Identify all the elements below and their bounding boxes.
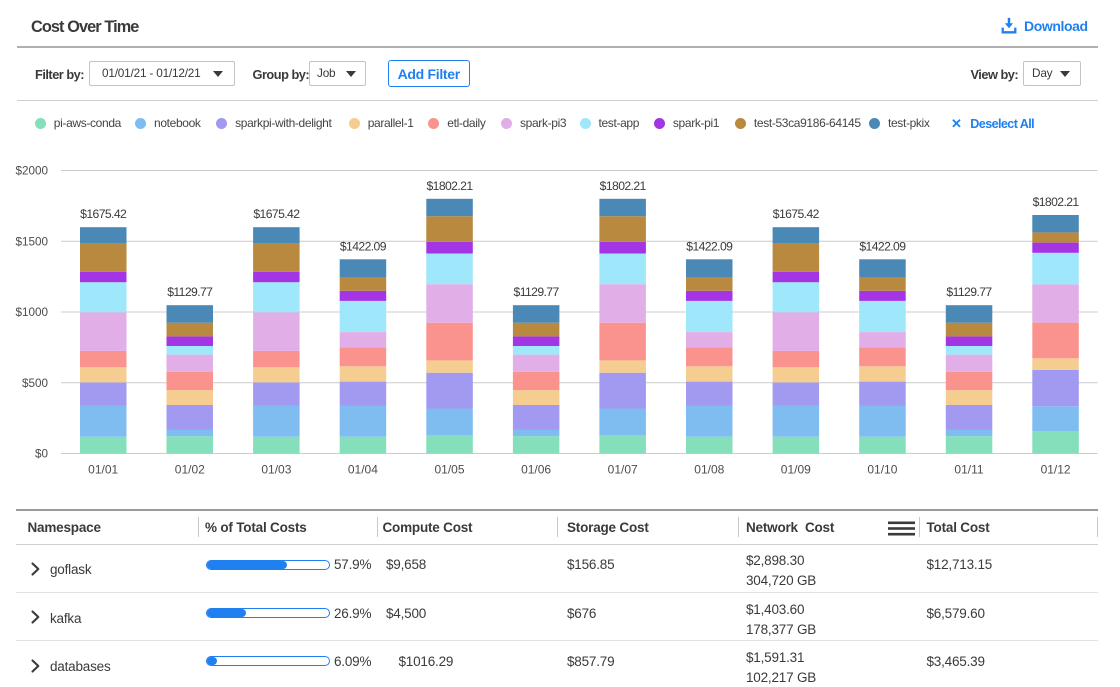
svg-text:$1500: $1500 [15,235,48,248]
svg-text:01/11: 01/11 [954,463,983,477]
svg-text:$1129.77: $1129.77 [167,285,213,299]
svg-text:$1422.09: $1422.09 [859,239,906,253]
svg-text:$500: $500 [22,377,49,390]
svg-text:$1422.09: $1422.09 [686,239,733,253]
svg-text:01/12: 01/12 [1041,463,1071,477]
svg-text:01/01: 01/01 [88,463,118,477]
svg-text:$1000: $1000 [15,306,48,319]
svg-text:$0: $0 [35,448,49,461]
svg-text:$1129.77: $1129.77 [514,285,560,299]
svg-text:$1802.21: $1802.21 [426,179,473,193]
svg-text:$1129.77: $1129.77 [946,285,992,299]
svg-text:$1675.42: $1675.42 [253,207,300,221]
svg-text:01/05: 01/05 [434,463,464,477]
svg-text:$2000: $2000 [15,165,48,178]
svg-text:$1802.21: $1802.21 [1033,195,1080,209]
svg-text:01/08: 01/08 [694,463,724,477]
svg-text:$1675.42: $1675.42 [80,207,127,221]
svg-text:$1675.42: $1675.42 [773,207,820,221]
svg-text:01/06: 01/06 [521,463,551,477]
svg-text:01/10: 01/10 [867,463,897,477]
svg-text:01/07: 01/07 [608,463,638,477]
svg-text:01/03: 01/03 [261,463,291,477]
svg-text:$1802.21: $1802.21 [600,179,647,193]
svg-text:01/04: 01/04 [348,463,378,477]
svg-text:$1422.09: $1422.09 [340,239,387,253]
svg-text:01/02: 01/02 [175,463,205,477]
svg-text:01/09: 01/09 [781,463,811,477]
